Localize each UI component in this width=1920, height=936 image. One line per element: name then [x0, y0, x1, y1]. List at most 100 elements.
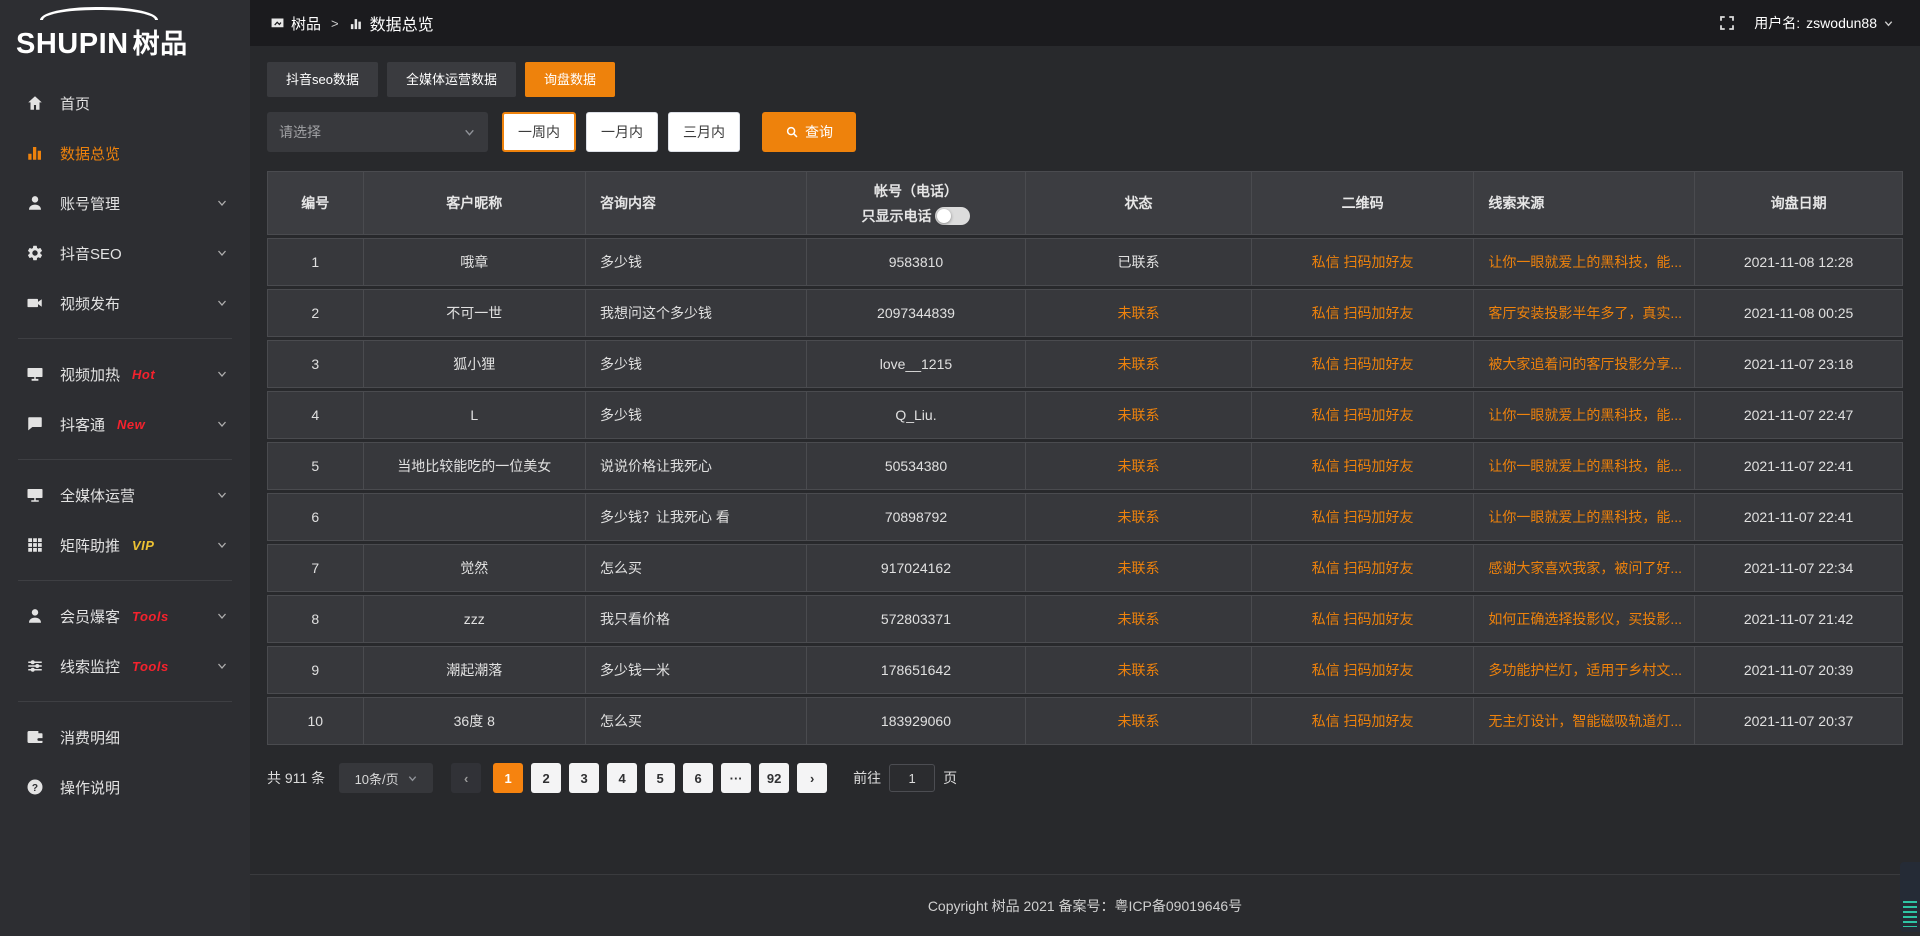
table-row: 2 不可一世 我想问这个多少钱 2097344839 未联系 私信 扫码加好友 … — [267, 289, 1903, 337]
sidebar-item-matrix-boost[interactable]: 矩阵助推VIP — [0, 520, 250, 570]
prev-page-button[interactable]: ‹ — [451, 763, 481, 793]
sidebar-divider — [18, 580, 232, 581]
tab-询盘数据[interactable]: 询盘数据 — [525, 62, 615, 97]
username-value: zswodun88 — [1806, 15, 1877, 31]
sidebar-item-douyin-seo[interactable]: 抖音SEO — [0, 228, 250, 278]
sidebar-item-clue-monitor[interactable]: 线索监控 Tools — [0, 641, 250, 691]
cell-source[interactable]: 多功能护栏灯，适用于乡村文... — [1474, 646, 1695, 694]
cell-qrcode[interactable]: 私信 扫码加好友 — [1252, 493, 1474, 541]
page-size-value: 10条/页 — [355, 769, 399, 788]
sidebar-divider — [18, 338, 232, 339]
cell-qrcode[interactable]: 私信 扫码加好友 — [1252, 697, 1474, 745]
page-button-4[interactable]: 4 — [607, 763, 637, 793]
sidebar-item-label: 矩阵助推 — [60, 535, 120, 556]
page-size-select[interactable]: 10条/页 — [339, 763, 433, 793]
sidebar-item-operation-guide[interactable]: ?操作说明 — [0, 762, 250, 812]
sidebar-item-video-publish[interactable]: 视频发布 — [0, 278, 250, 328]
query-button[interactable]: 查询 — [762, 112, 856, 152]
phone-only-toggle[interactable] — [935, 207, 970, 225]
period-button-一周内[interactable]: 一周内 — [502, 112, 576, 152]
fullscreen-icon[interactable] — [1718, 14, 1736, 32]
logo-text: SHUPIN树品 — [16, 30, 250, 59]
page-button-2[interactable]: 2 — [531, 763, 561, 793]
cell-content: 多少钱？让我死心 看 — [586, 493, 807, 541]
page-button-6[interactable]: 6 — [683, 763, 713, 793]
sidebar-item-label: 视频加热 — [60, 364, 120, 385]
widget-stripes-icon — [1903, 901, 1917, 927]
table-body: 1 哦章 多少钱 9583810 已联系 私信 扫码加好友 让你一眼就爱上的黑科… — [267, 238, 1903, 745]
cell-qrcode[interactable]: 私信 扫码加好友 — [1252, 238, 1474, 286]
floating-widget[interactable] — [1900, 862, 1920, 932]
sidebar-item-consume-detail[interactable]: 消费明细 — [0, 712, 250, 762]
cell-qrcode[interactable]: 私信 扫码加好友 — [1252, 646, 1474, 694]
sidebar-item-label: 操作说明 — [60, 777, 120, 798]
page-button-1[interactable]: 1 — [493, 763, 523, 793]
next-page-button[interactable]: › — [797, 763, 827, 793]
cell-date: 2021-11-08 12:28 — [1695, 238, 1903, 286]
sidebar-item-member-baoke[interactable]: 会员爆客Tools — [0, 591, 250, 641]
cell-qrcode[interactable]: 私信 扫码加好友 — [1252, 595, 1474, 643]
goto-page-input[interactable] — [889, 764, 935, 792]
page-button-92[interactable]: 92 — [759, 763, 789, 793]
tv-icon — [26, 365, 44, 383]
page-button-5[interactable]: 5 — [645, 763, 675, 793]
cell-source[interactable]: 如何正确选择投影仪，买投影... — [1474, 595, 1695, 643]
sidebar-item-media-operation[interactable]: 全媒体运营 — [0, 470, 250, 520]
cell-content: 多少钱 — [586, 391, 807, 439]
sidebar-item-label: 会员爆客 — [60, 606, 120, 627]
column-header: 状态 — [1026, 171, 1252, 235]
period-button-一月内[interactable]: 一月内 — [586, 112, 658, 152]
cell-account: Q_Liu. — [807, 391, 1026, 439]
breadcrumb-root[interactable]: 树品 — [270, 13, 321, 34]
cell-status: 未联系 — [1026, 340, 1252, 388]
cell-source[interactable]: 让你一眼就爱上的黑科技，能... — [1474, 442, 1695, 490]
page-more-button[interactable]: ··· — [721, 763, 751, 793]
period-button-三月内[interactable]: 三月内 — [668, 112, 740, 152]
cell-source[interactable]: 让你一眼就爱上的黑科技，能... — [1474, 391, 1695, 439]
cell-qrcode[interactable]: 私信 扫码加好友 — [1252, 544, 1474, 592]
logo-cn: 树品 — [133, 29, 188, 59]
cell-content: 怎么买 — [586, 544, 807, 592]
cell-qrcode[interactable]: 私信 扫码加好友 — [1252, 391, 1474, 439]
cell-nickname: 潮起潮落 — [364, 646, 586, 694]
cell-status: 未联系 — [1026, 595, 1252, 643]
cell-nickname: 哦章 — [364, 238, 586, 286]
cell-source[interactable]: 感谢大家喜欢我家，被问了好... — [1474, 544, 1695, 592]
tab-抖音seo数据[interactable]: 抖音seo数据 — [267, 62, 378, 97]
cell-content: 多少钱 — [586, 238, 807, 286]
cell-id: 9 — [267, 646, 364, 694]
cell-qrcode[interactable]: 私信 扫码加好友 — [1252, 442, 1474, 490]
sidebar-divider — [18, 701, 232, 702]
page-button-3[interactable]: 3 — [569, 763, 599, 793]
sidebar-badge: Tools — [132, 659, 169, 674]
chevron-down-icon — [216, 297, 228, 309]
sidebar-item-home[interactable]: 首页 — [0, 78, 250, 128]
app-logo[interactable]: SHUPIN树品 — [0, 0, 250, 64]
cell-source[interactable]: 让你一眼就爱上的黑科技，能... — [1474, 493, 1695, 541]
sidebar-item-douketong[interactable]: 抖客通New — [0, 399, 250, 449]
inquiry-table-wrap: 编号客户昵称咨询内容帐号（电话）只显示电话状态二维码线索来源询盘日期 1 哦章 … — [267, 168, 1903, 748]
cell-qrcode[interactable]: 私信 扫码加好友 — [1252, 289, 1474, 337]
table-row: 10 36度 8 怎么买 183929060 未联系 私信 扫码加好友 无主灯设… — [267, 697, 1903, 745]
table-row: 9 潮起潮落 多少钱一米 178651642 未联系 私信 扫码加好友 多功能护… — [267, 646, 1903, 694]
chevron-down-icon — [216, 489, 228, 501]
cell-source[interactable]: 无主灯设计，智能磁吸轨道灯... — [1474, 697, 1695, 745]
cell-source[interactable]: 客厅安装投影半年多了，真实... — [1474, 289, 1695, 337]
tab-全媒体运营数据[interactable]: 全媒体运营数据 — [387, 62, 516, 97]
cell-source[interactable]: 被大家追着问的客厅投影分享... — [1474, 340, 1695, 388]
sidebar-item-video-heat[interactable]: 视频加热Hot — [0, 349, 250, 399]
cell-source[interactable]: 让你一眼就爱上的黑科技，能... — [1474, 238, 1695, 286]
cell-id: 2 — [267, 289, 364, 337]
breadcrumb-current: 数据总览 — [349, 11, 434, 35]
cell-date: 2021-11-07 22:47 — [1695, 391, 1903, 439]
table-row: 3 狐小狸 多少钱 love__1215 未联系 私信 扫码加好友 被大家追着问… — [267, 340, 1903, 388]
sidebar-item-account-manage[interactable]: 账号管理 — [0, 178, 250, 228]
user-dropdown[interactable]: 用户名: zswodun88 — [1754, 13, 1894, 33]
sidebar-item-data-overview[interactable]: 数据总览 — [0, 128, 250, 178]
monitor-icon — [26, 486, 44, 504]
cell-content: 说说价格让我死心 — [586, 442, 807, 490]
cell-content: 我想问这个多少钱 — [586, 289, 807, 337]
account-select[interactable]: 请选择 — [267, 112, 488, 152]
sidebar-item-label: 线索监控 — [60, 656, 120, 677]
cell-qrcode[interactable]: 私信 扫码加好友 — [1252, 340, 1474, 388]
